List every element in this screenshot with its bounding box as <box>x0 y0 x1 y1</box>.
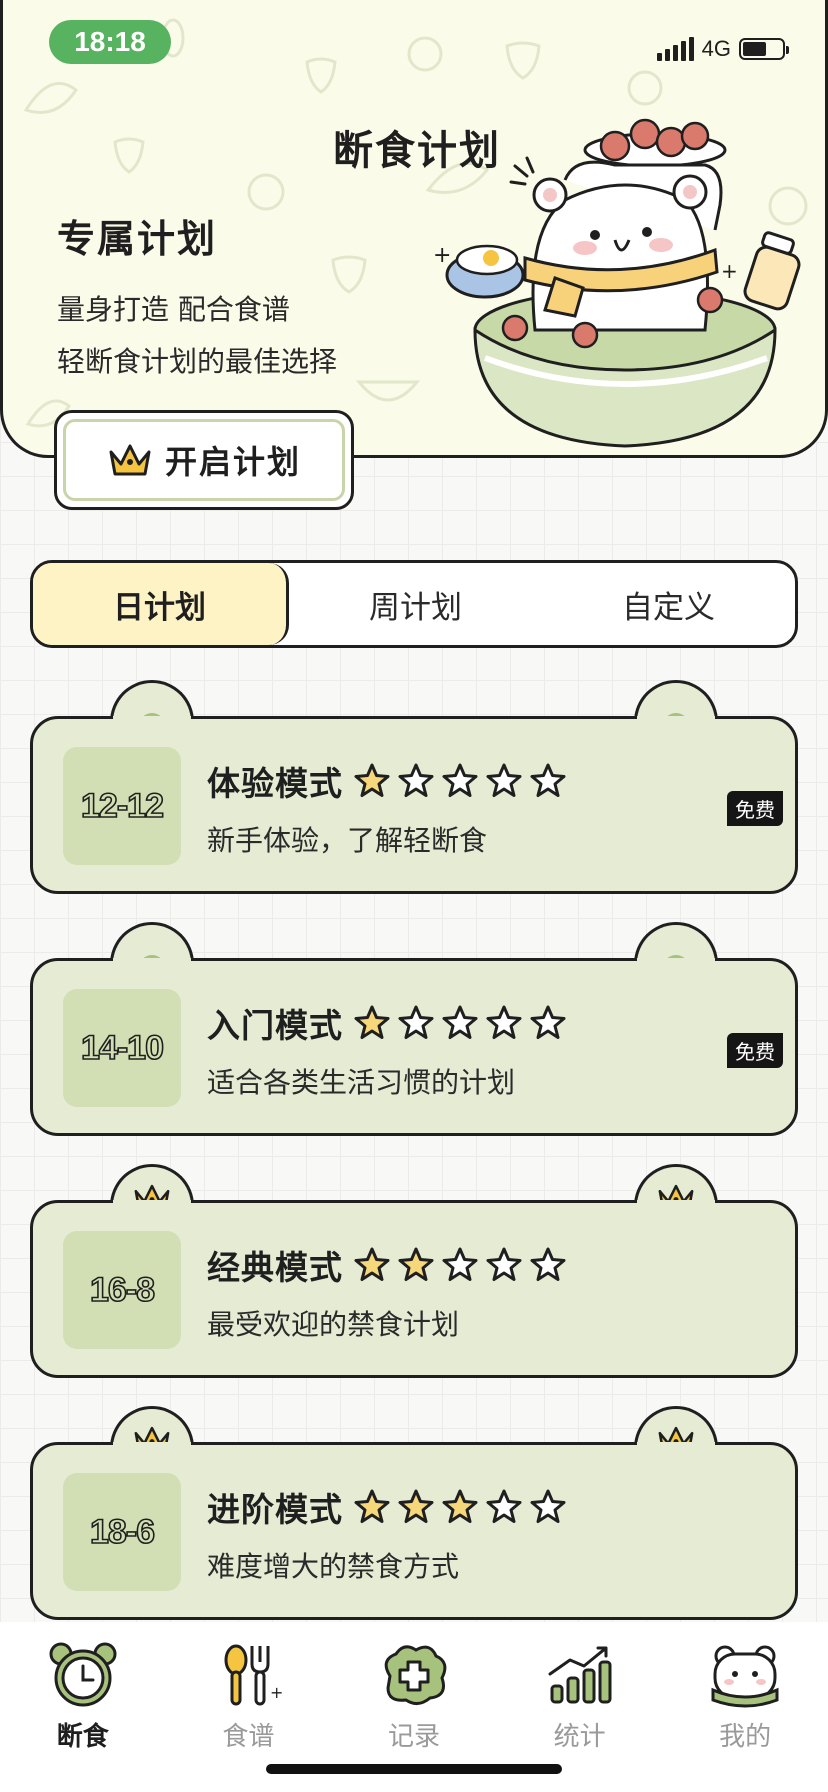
star-filled-icon <box>442 1489 478 1523</box>
ear-joint <box>113 1200 191 1208</box>
star-empty-icon <box>486 1005 522 1039</box>
svg-text:+: + <box>721 259 738 283</box>
stats-chart-icon <box>548 1646 612 1704</box>
ear-joint <box>637 1200 715 1208</box>
plan-card-body: 12-12 体验模式新手体验，了解轻断食 免费 <box>30 716 798 894</box>
nav-label: 我的 <box>719 1722 772 1752</box>
tab-daily-plan[interactable]: 日计划 <box>33 563 289 645</box>
svg-text:+: + <box>433 243 451 268</box>
free-badge: 免费 <box>727 1033 783 1068</box>
fasting-ratio-box: 16-8 <box>63 1231 181 1349</box>
plan-card[interactable]: 12-12 体验模式新手体验，了解轻断食 免费 <box>30 680 798 894</box>
star-empty-icon <box>530 763 566 797</box>
ear-joint <box>637 958 715 966</box>
plan-card[interactable]: 16-8 经典模式最受欢迎的禁食计划 <box>30 1164 798 1378</box>
ear-joint <box>113 716 191 724</box>
star-empty-icon <box>530 1247 566 1281</box>
plan-title: 进阶模式 <box>207 1490 343 1529</box>
svg-text:+: + <box>270 1683 283 1702</box>
apple-doodle-icon <box>407 36 443 72</box>
crown-icon <box>109 444 151 476</box>
fasting-ratio: 14-10 <box>80 1028 165 1068</box>
star-empty-icon <box>530 1005 566 1039</box>
strawberry-doodle-icon <box>305 57 337 94</box>
fasting-ratio: 18-6 <box>89 1512 156 1552</box>
nav-item-profile[interactable]: 我的 <box>662 1640 828 1792</box>
bear-in-bowl-illustration: + + <box>433 118 801 448</box>
ear-joint <box>113 1442 191 1450</box>
star-filled-icon <box>354 1247 390 1281</box>
bear-profile-icon <box>711 1645 779 1708</box>
add-record-icon <box>384 1645 447 1705</box>
tab-custom-plan[interactable]: 自定义 <box>542 563 795 645</box>
plan-title-row: 经典模式 <box>207 1241 567 1289</box>
fasting-ratio-box: 12-12 <box>63 747 181 865</box>
apple-doodle-icon <box>627 70 663 106</box>
fasting-ratio: 16-8 <box>89 1270 156 1310</box>
fasting-ratio: 12-12 <box>80 786 165 826</box>
promo-line: 量身打造 配合食谱 <box>57 293 290 326</box>
strawberry-doodle-icon <box>331 255 367 294</box>
plan-type-tabs: 日计划 周计划 自定义 <box>30 560 798 648</box>
home-indicator <box>266 1764 562 1774</box>
plan-card[interactable]: 18-6 进阶模式难度增大的禁食方式 <box>30 1406 798 1620</box>
header-banner: 18:18 4G 断食计划 专属计划 量身打造 配合食谱 轻断食计划的最佳选择 <box>0 0 828 458</box>
star-empty-icon <box>486 763 522 797</box>
nav-label: 记录 <box>387 1722 440 1752</box>
plan-title-row: 进阶模式 <box>207 1483 567 1531</box>
plan-title-row: 体验模式 <box>207 757 567 805</box>
fasting-ratio-box: 14-10 <box>63 989 181 1107</box>
star-empty-icon <box>442 1005 478 1039</box>
plan-title: 入门模式 <box>207 1006 343 1045</box>
star-empty-icon <box>486 1247 522 1281</box>
star-empty-icon <box>486 1489 522 1523</box>
nav-label: 食谱 <box>222 1722 275 1752</box>
tab-weekly-plan[interactable]: 周计划 <box>289 563 542 645</box>
watermelon-doodle-icon <box>355 380 421 402</box>
nav-label: 断食 <box>56 1722 109 1752</box>
star-filled-icon <box>354 1489 390 1523</box>
plan-description: 最受欢迎的禁食计划 <box>207 1308 460 1341</box>
plan-card[interactable]: 14-10 入门模式适合各类生活习惯的计划 免费 <box>30 922 798 1136</box>
battery-icon <box>739 38 789 60</box>
alarm-clock-icon <box>49 1642 117 1707</box>
strawberry-doodle-icon <box>505 41 541 80</box>
spoon-fork-icon: + <box>224 1644 284 1706</box>
promo-heading: 专属计划 <box>57 216 218 261</box>
star-empty-icon <box>398 763 434 797</box>
plan-card-body: 18-6 进阶模式难度增大的禁食方式 <box>30 1442 798 1620</box>
ear-joint <box>637 716 715 724</box>
status-indicators: 4G <box>656 36 789 62</box>
plan-description: 难度增大的禁食方式 <box>207 1550 460 1583</box>
star-filled-icon <box>354 763 390 797</box>
plan-title: 经典模式 <box>207 1248 343 1287</box>
plan-title-row: 入门模式 <box>207 999 567 1047</box>
start-plan-label: 开启计划 <box>164 443 301 481</box>
star-empty-icon <box>530 1489 566 1523</box>
ear-joint <box>637 1442 715 1450</box>
plan-card-body: 14-10 入门模式适合各类生活习惯的计划 免费 <box>30 958 798 1136</box>
ear-joint <box>113 958 191 966</box>
promo-line: 轻断食计划的最佳选择 <box>57 345 338 378</box>
plan-card-body: 16-8 经典模式最受欢迎的禁食计划 <box>30 1200 798 1378</box>
status-time: 18:18 <box>49 20 171 64</box>
star-empty-icon <box>442 763 478 797</box>
star-empty-icon <box>442 1247 478 1281</box>
star-filled-icon <box>354 1005 390 1039</box>
leaf-doodle-icon <box>23 81 79 114</box>
signal-icon <box>656 37 694 61</box>
star-empty-icon <box>398 1005 434 1039</box>
plan-description: 适合各类生活习惯的计划 <box>207 1066 516 1099</box>
nav-label: 统计 <box>553 1722 606 1752</box>
star-filled-icon <box>398 1489 434 1523</box>
network-type: 4G <box>701 36 731 61</box>
fasting-ratio-box: 18-6 <box>63 1473 181 1591</box>
free-badge: 免费 <box>727 791 783 826</box>
plan-description: 新手体验，了解轻断食 <box>207 824 488 857</box>
star-filled-icon <box>398 1247 434 1281</box>
plan-title: 体验模式 <box>207 764 343 803</box>
nav-item-fasting[interactable]: 断食 <box>0 1640 166 1792</box>
start-plan-button[interactable]: 开启计划 <box>54 410 354 510</box>
